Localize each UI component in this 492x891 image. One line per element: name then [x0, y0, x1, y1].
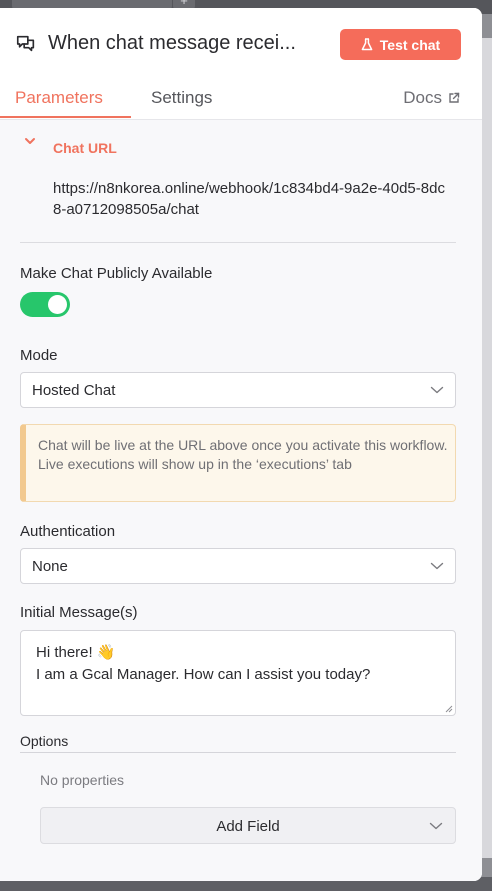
docs-link[interactable]: Docs — [403, 88, 460, 108]
authentication-value: None — [32, 558, 68, 575]
initial-message-line-1: Hi there! 👋 — [36, 644, 116, 661]
resize-handle-icon[interactable] — [445, 705, 453, 713]
tab-settings[interactable]: Settings — [151, 88, 212, 108]
node-title[interactable]: When chat message recei... — [48, 32, 296, 55]
initial-messages-label: Initial Message(s) — [20, 604, 138, 621]
add-field-label: Add Field — [216, 818, 280, 835]
docs-label: Docs — [403, 88, 442, 107]
test-chat-label: Test chat — [379, 36, 441, 53]
options-divider — [20, 752, 456, 753]
flask-icon — [361, 38, 373, 51]
panel-tabs: Parameters Settings Docs — [0, 80, 482, 120]
public-toggle[interactable] — [20, 292, 70, 317]
test-chat-button[interactable]: Test chat — [340, 29, 461, 60]
options-label: Options — [20, 733, 69, 749]
chat-icon — [16, 35, 35, 52]
tab-parameters[interactable]: Parameters — [15, 88, 103, 108]
mode-value: Hosted Chat — [32, 382, 116, 399]
initial-messages-input[interactable]: Hi there! 👋 I am a Gcal Manager. How can… — [20, 630, 456, 716]
parameters-content: Chat URL https://n8nkorea.online/webhook… — [0, 120, 482, 881]
public-label: Make Chat Publicly Available — [20, 265, 213, 282]
mode-label: Mode — [20, 347, 58, 364]
add-field-button[interactable]: Add Field — [40, 807, 456, 844]
chat-url-value: https://n8nkorea.online/webhook/1c834bd4… — [53, 180, 445, 218]
external-link-icon — [449, 92, 460, 103]
initial-message-line-2: I am a Gcal Manager. How can I assist yo… — [36, 666, 371, 683]
activation-notice: Chat will be live at the URL above once … — [20, 424, 456, 502]
chevron-down-icon — [429, 822, 443, 830]
authentication-select[interactable]: None — [20, 548, 456, 584]
mode-select[interactable]: Hosted Chat — [20, 372, 456, 408]
chevron-down-icon — [430, 386, 444, 394]
authentication-label: Authentication — [20, 523, 116, 540]
no-properties-text: No properties — [40, 772, 125, 788]
panel-header: When chat message recei... Test chat — [0, 8, 482, 80]
section-divider — [20, 242, 456, 243]
chat-url-label[interactable]: Chat URL — [53, 140, 117, 156]
node-details-panel: When chat message recei... Test chat Par… — [0, 8, 482, 881]
chevron-down-icon[interactable] — [23, 134, 37, 148]
notice-text: Chat will be live at the URL above once … — [38, 437, 448, 472]
chevron-down-icon — [430, 562, 444, 570]
active-tab-indicator — [0, 116, 131, 118]
toggle-knob — [48, 295, 67, 314]
